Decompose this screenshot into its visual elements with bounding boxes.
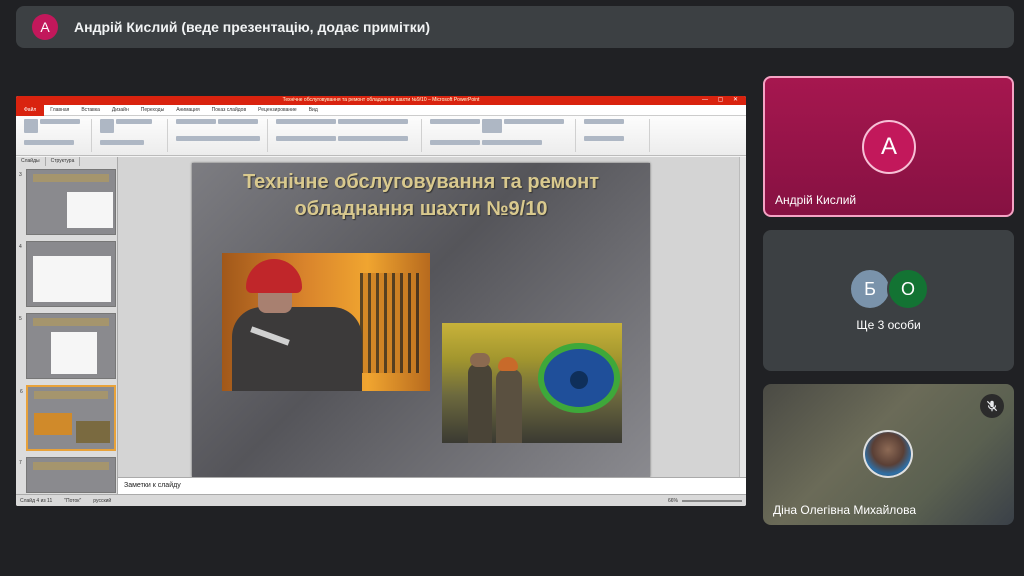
tab-slideshow[interactable]: Показ слайдов [206,107,252,113]
ppt-ribbon-tabs: Файл Главная Вставка Дизайн Переходы Ани… [16,104,746,116]
avatar: А [862,120,916,174]
status-slide-counter: Слайд 4 из 11 [20,497,53,504]
shared-screen-powerpoint: Технічне обслуговування та ремонт обладн… [16,96,746,506]
slides-pane: Слайды Структура 3 4 5 6 7 [16,157,118,494]
ribbon-group-font[interactable] [172,119,268,152]
ppt-status-bar: Слайд 4 из 11 "Поток" русский 66% [16,494,746,506]
tab-transitions[interactable]: Переходы [135,107,170,113]
presenter-status-text: Андрій Кислий (веде презентацію, додає п… [74,19,430,35]
editor-scrollbar[interactable] [739,157,746,477]
current-slide[interactable]: Технічне обслуговування та ремонт обладн… [192,163,650,477]
window-controls-icon[interactable]: — ▢ ✕ [702,96,742,105]
status-theme: "Поток" [64,497,82,504]
ribbon-group-editing[interactable] [580,119,650,152]
more-participants-label: Ще 3 особи [856,318,921,332]
slide-thumbnail[interactable]: 7 [19,457,116,493]
participant-tile-others[interactable]: Б О Ще 3 особи [763,230,1014,371]
tab-view[interactable]: Вид [303,107,324,113]
slide-thumbnail[interactable]: 4 [19,241,116,307]
avatar: Б [849,268,891,310]
participant-tile-presenter[interactable]: А Андрій Кислий [763,76,1014,217]
slide-editor: Технічне обслуговування та ремонт обладн… [118,157,746,494]
ppt-ribbon [16,116,746,156]
pane-tab-slides[interactable]: Слайды [16,157,46,166]
presenter-avatar: А [32,14,58,40]
ribbon-group-paragraph[interactable] [272,119,422,152]
zoom-slider[interactable] [682,499,742,502]
tab-file[interactable]: Файл [16,104,45,116]
tab-review[interactable]: Рецензирование [252,107,303,113]
mic-off-icon [980,394,1004,418]
pane-tab-outline[interactable]: Структура [46,157,81,166]
slide-photo-worker-electrical[interactable] [222,253,430,391]
presenter-banner: А Андрій Кислий (веде презентацію, додає… [16,6,1014,48]
participant-name: Діна Олегівна Михайлова [773,503,917,517]
ppt-title-bar: Технічне обслуговування та ремонт обладн… [16,96,746,105]
tab-home[interactable]: Главная [44,107,75,113]
ribbon-group-clipboard[interactable] [20,119,92,152]
ppt-window-title: Технічне обслуговування та ремонт обладн… [282,97,480,103]
slide-thumbnail[interactable]: 5 [19,313,116,379]
slide-photo-workers-motor[interactable] [442,323,622,443]
notes-pane[interactable]: Заметки к слайду [118,477,746,494]
status-language: русский [93,497,112,504]
zoom-value: 66% [667,497,678,504]
ribbon-group-slides[interactable] [96,119,168,152]
slide-thumbnail-active[interactable]: 6 [20,385,116,451]
avatar [863,430,913,478]
zoom-control[interactable]: 66% [668,498,742,504]
participant-name: Андрій Кислий [775,193,857,207]
slide-thumbnail[interactable]: 3 [19,169,116,235]
tab-design[interactable]: Дизайн [106,107,135,113]
ribbon-group-drawing[interactable] [426,119,576,152]
participant-tile[interactable]: Діна Олегівна Михайлова [763,384,1014,525]
avatar: О [887,268,929,310]
tab-insert[interactable]: Вставка [75,107,106,113]
tab-animations[interactable]: Анимация [170,107,205,113]
slide-title: Технічне обслуговування та ремонт обладн… [242,171,600,220]
ppt-workspace: Слайды Структура 3 4 5 6 7 Технічне обсл… [16,157,746,494]
